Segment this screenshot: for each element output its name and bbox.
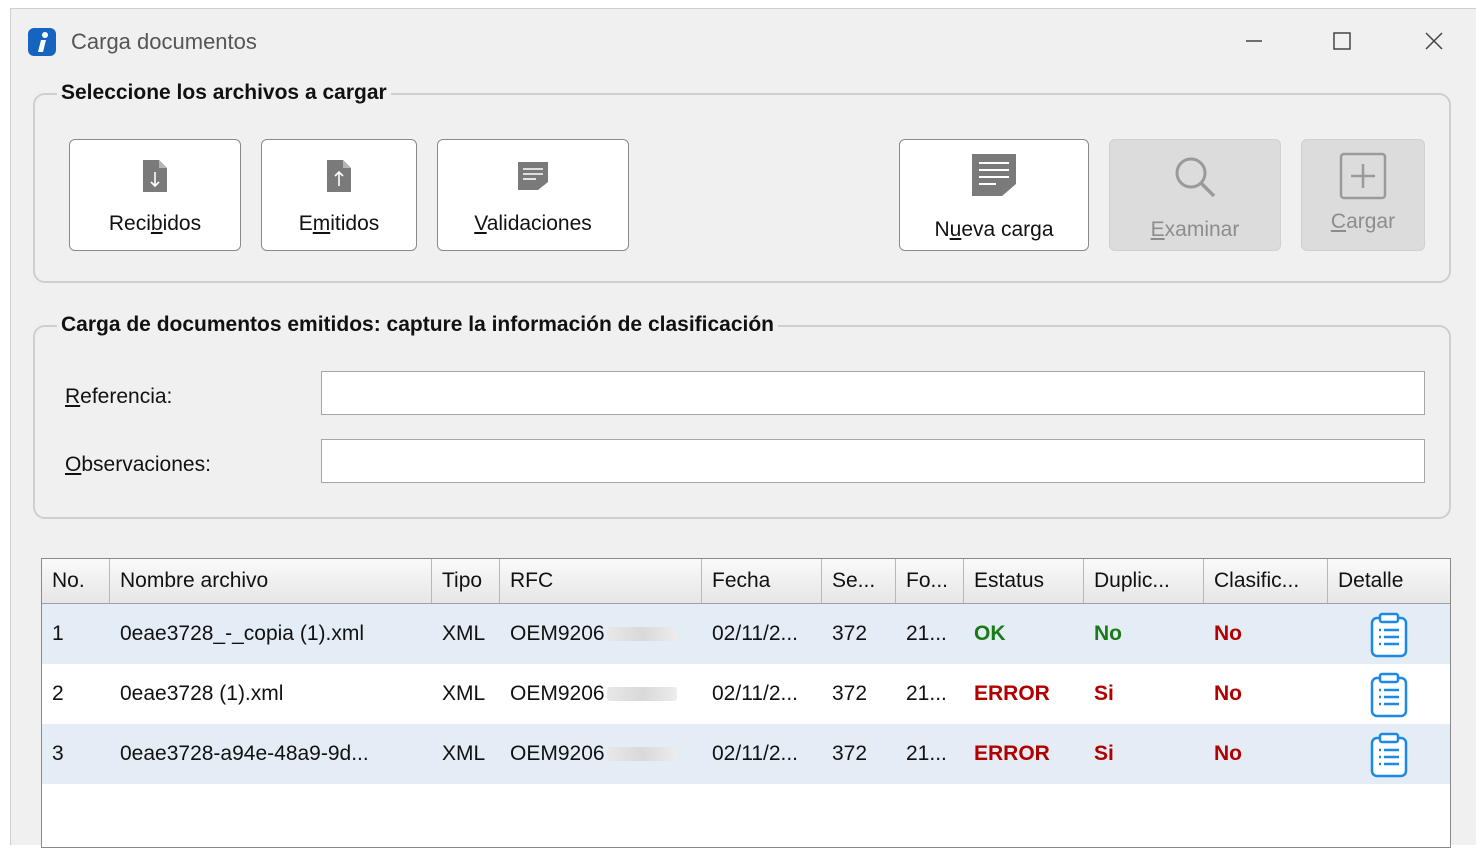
column-header-rfc[interactable]: RFC — [500, 559, 702, 603]
app-info-icon — [28, 28, 56, 56]
cell-nombre: 0eae3728-a94e-48a9-9d... — [120, 742, 369, 765]
cell-duplicado: Si — [1094, 742, 1114, 765]
validaciones-label: Validaciones — [474, 212, 592, 235]
table-row[interactable]: 3 0eae3728-a94e-48a9-9d... XML OEM9206 0… — [42, 724, 1450, 784]
carga-documentos-window: Carga documentos Seleccione los archivos… — [10, 8, 1476, 848]
select-files-group: Seleccione los archivos a cargar Recibid… — [33, 81, 1451, 283]
nueva-carga-button[interactable]: Nueva carga — [899, 139, 1089, 251]
referencia-label: Referencia: — [65, 385, 173, 408]
table-row[interactable]: 2 0eae3728 (1).xml XML OEM9206 02/11/2..… — [42, 664, 1450, 724]
search-icon — [1175, 157, 1216, 198]
column-header-folio[interactable]: Fo... — [896, 559, 964, 603]
cell-detalle — [1328, 604, 1450, 664]
minimize-button[interactable] — [1231, 21, 1277, 61]
maximize-button[interactable] — [1319, 21, 1365, 61]
cell-estatus: ERROR — [974, 742, 1050, 765]
cell-duplicado: Si — [1094, 682, 1114, 705]
select-files-group-title: Seleccione los archivos a cargar — [57, 81, 391, 105]
new-document-icon — [972, 154, 1016, 196]
cell-nombre: 0eae3728_-_copia (1).xml — [120, 622, 364, 645]
cell-rfc: OEM9206 — [500, 724, 702, 784]
column-header-duplicado[interactable]: Duplic... — [1084, 559, 1204, 603]
nueva-carga-label: Nueva carga — [934, 218, 1054, 241]
redacted-blur — [606, 747, 677, 762]
column-header-detalle[interactable]: Detalle — [1328, 559, 1450, 603]
column-header-tipo[interactable]: Tipo — [432, 559, 500, 603]
redacted-blur — [606, 627, 677, 642]
cell-rfc: OEM9206 — [500, 604, 702, 664]
cell-tipo: XML — [442, 742, 486, 765]
cell-serie: 372 — [832, 742, 868, 765]
cell-serie: 372 — [832, 682, 868, 705]
cell-folio: 21... — [906, 742, 947, 765]
document-list-icon — [518, 162, 548, 190]
column-header-no[interactable]: No. — [42, 559, 110, 603]
table-header: No. Nombre archivo Tipo RFC Fecha Se... … — [42, 559, 1450, 604]
cell-duplicado: No — [1094, 622, 1122, 645]
file-download-icon — [143, 160, 167, 192]
cell-rfc: OEM9206 — [500, 664, 702, 724]
cell-estatus: ERROR — [974, 682, 1050, 705]
classification-group-title: Carga de documentos emitidos: capture la… — [57, 313, 779, 337]
cell-folio: 21... — [906, 682, 947, 705]
cell-detalle — [1328, 724, 1450, 784]
close-icon — [1425, 32, 1443, 50]
observaciones-label: Observaciones: — [65, 453, 211, 476]
maximize-icon — [1333, 32, 1351, 50]
table-row[interactable]: 1 0eae3728_-_copia (1).xml XML OEM9206 0… — [42, 604, 1450, 664]
cell-estatus: OK — [974, 622, 1006, 645]
cell-no: 3 — [52, 742, 64, 765]
documents-table[interactable]: No. Nombre archivo Tipo RFC Fecha Se... … — [41, 558, 1451, 848]
cell-fecha: 02/11/2... — [712, 622, 799, 645]
referencia-input[interactable] — [321, 371, 1425, 415]
add-box-icon — [1339, 152, 1387, 200]
column-header-estatus[interactable]: Estatus — [964, 559, 1084, 603]
cell-no: 1 — [52, 622, 64, 645]
examinar-label: Examinar — [1150, 218, 1240, 241]
clipboard-list-icon[interactable] — [1370, 612, 1408, 658]
recibidos-label: Recibidos — [108, 212, 202, 235]
cell-detalle — [1328, 664, 1450, 724]
cell-fecha: 02/11/2... — [712, 682, 799, 705]
cargar-label: Cargar — [1330, 210, 1396, 233]
file-upload-icon — [327, 160, 351, 192]
title-bar: Carga documentos — [11, 9, 1476, 71]
cell-nombre: 0eae3728 (1).xml — [120, 682, 284, 705]
cell-folio: 21... — [906, 622, 947, 645]
window-title: Carga documentos — [71, 29, 257, 54]
column-header-nombre[interactable]: Nombre archivo — [110, 559, 432, 603]
classification-group: Carga de documentos emitidos: capture la… — [33, 313, 1451, 519]
cell-tipo: XML — [442, 622, 486, 645]
cell-serie: 372 — [832, 622, 868, 645]
clipboard-list-icon[interactable] — [1370, 672, 1408, 718]
column-header-clasificado[interactable]: Clasific... — [1204, 559, 1328, 603]
cell-clasificado: No — [1214, 622, 1242, 645]
column-header-fecha[interactable]: Fecha — [702, 559, 822, 603]
recibidos-button[interactable]: Recibidos — [69, 139, 241, 251]
clipboard-list-icon[interactable] — [1370, 732, 1408, 778]
validaciones-button[interactable]: Validaciones — [437, 139, 629, 251]
column-header-serie[interactable]: Se... — [822, 559, 896, 603]
emitidos-button[interactable]: Emitidos — [261, 139, 417, 251]
observaciones-input[interactable] — [321, 439, 1425, 483]
cargar-button[interactable]: Cargar — [1301, 139, 1425, 251]
redacted-blur — [606, 687, 677, 702]
cell-tipo: XML — [442, 682, 486, 705]
cell-clasificado: No — [1214, 742, 1242, 765]
examinar-button[interactable]: Examinar — [1109, 139, 1281, 251]
cell-no: 2 — [52, 682, 64, 705]
emitidos-label: Emitidos — [298, 212, 380, 235]
close-button[interactable] — [1411, 21, 1457, 61]
cell-fecha: 02/11/2... — [712, 742, 799, 765]
minimize-icon — [1246, 40, 1262, 42]
cell-clasificado: No — [1214, 682, 1242, 705]
